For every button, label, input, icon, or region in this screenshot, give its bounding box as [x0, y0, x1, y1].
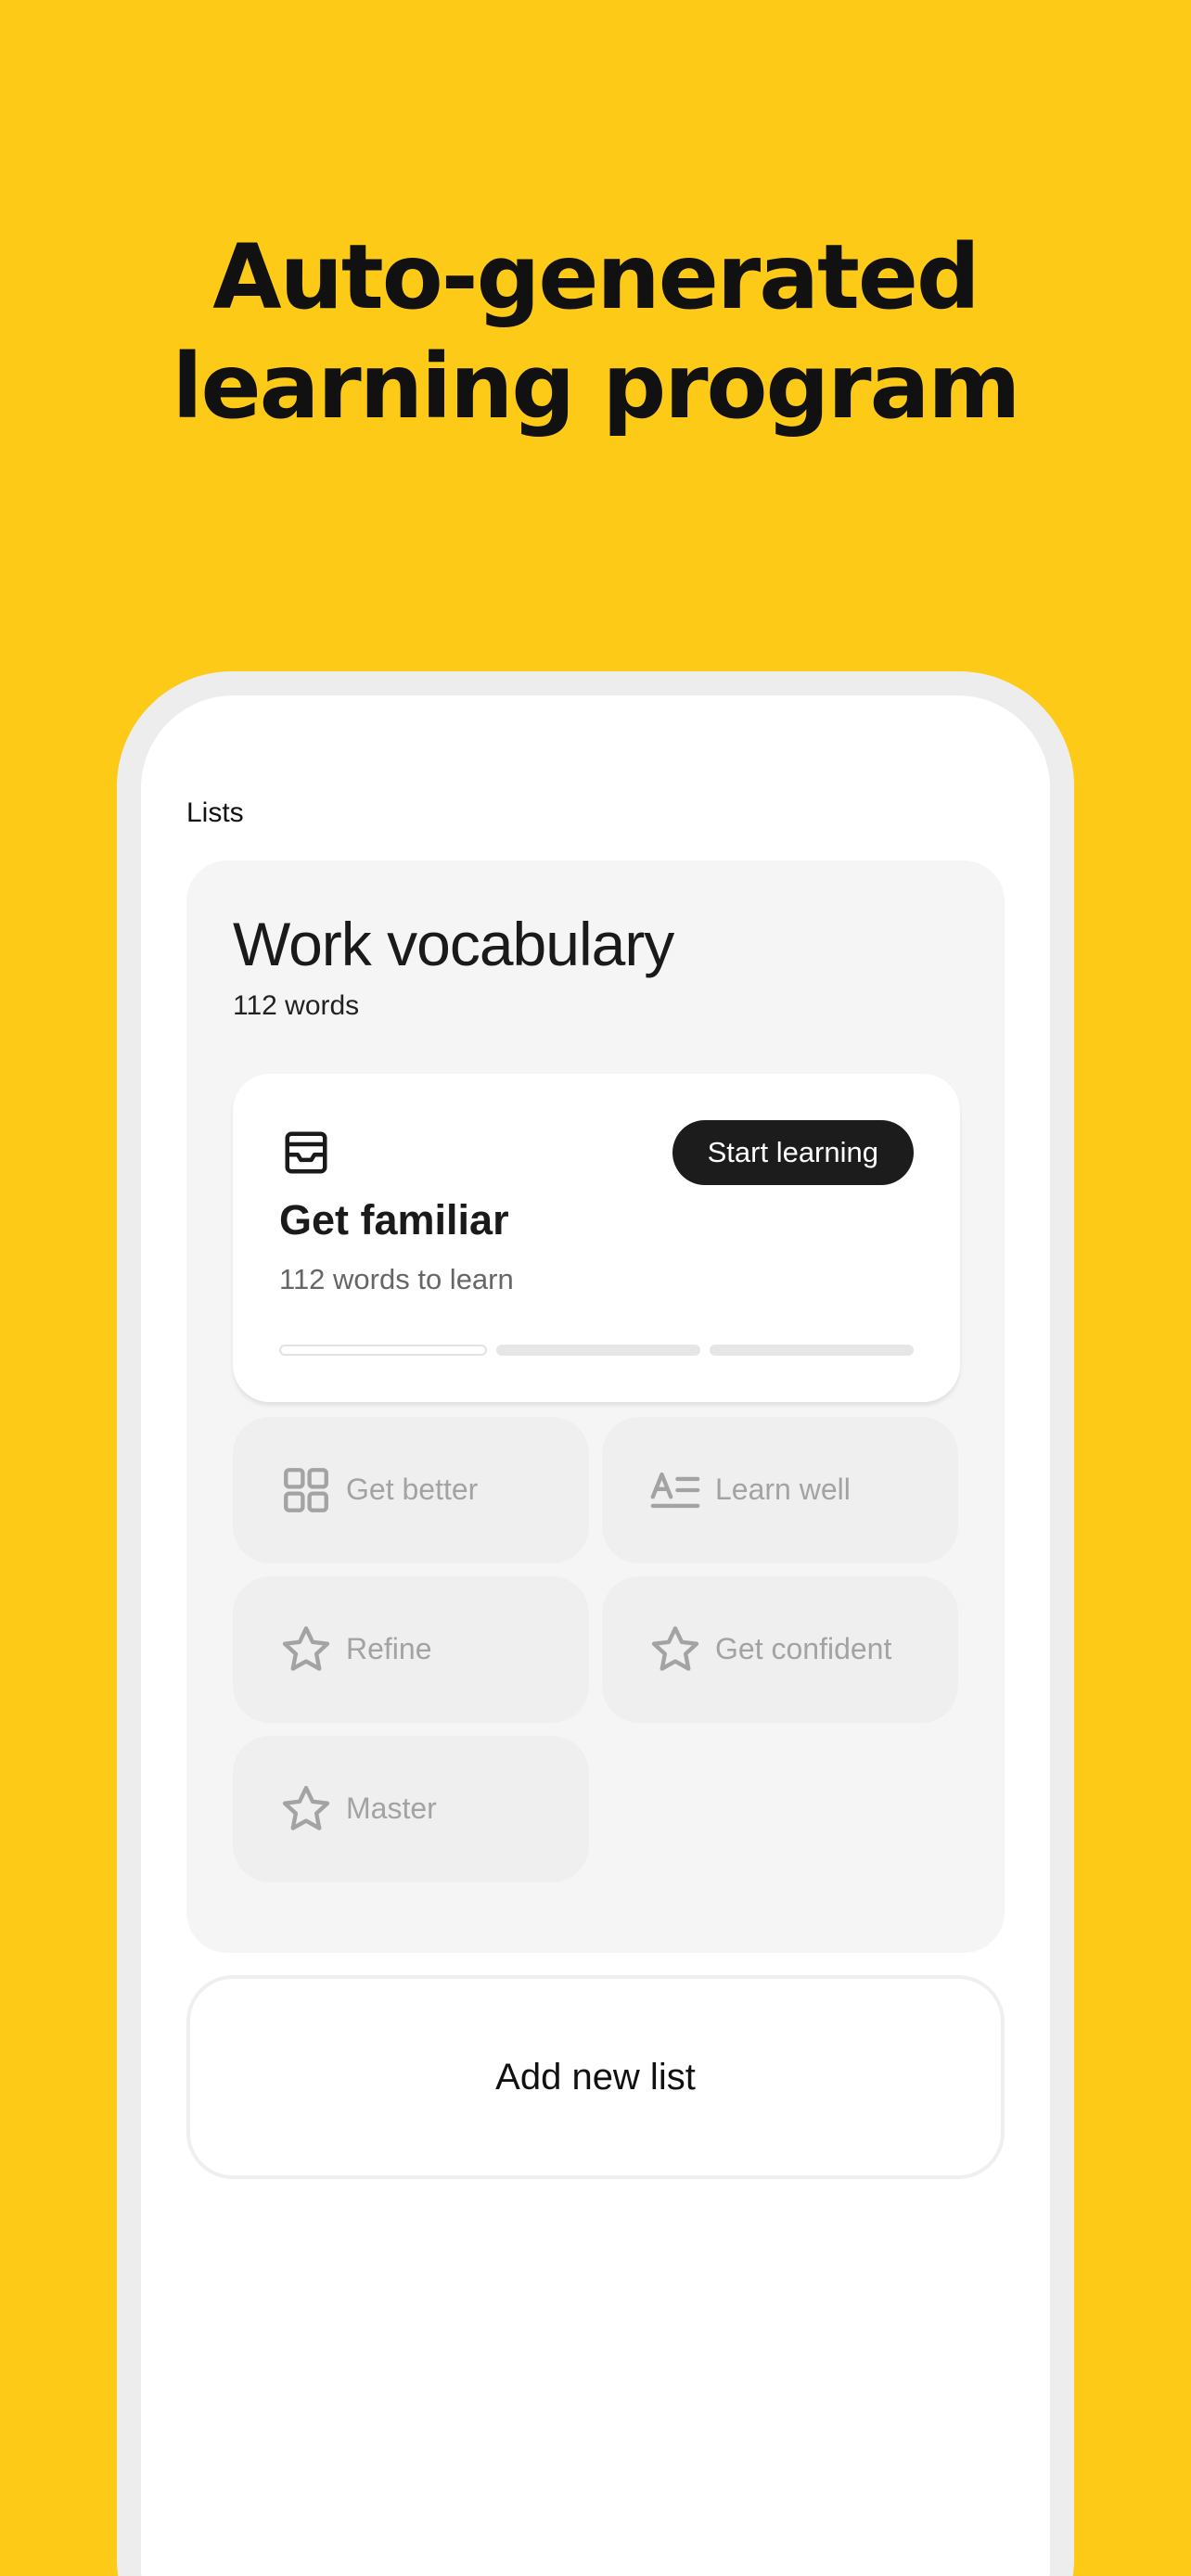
start-learning-button[interactable]: Start learning — [672, 1120, 914, 1185]
star-icon — [282, 1626, 330, 1671]
promo-screen: Auto-generated learning program Lists Wo… — [0, 0, 1191, 2576]
stage-tile-refine[interactable]: Refine — [233, 1576, 589, 1723]
add-new-list-button[interactable]: Add new list — [186, 1975, 1005, 2179]
progress-segment — [496, 1345, 700, 1356]
lists-section-label: Lists — [186, 797, 244, 828]
text-lines-icon — [650, 1472, 700, 1509]
promo-headline: Auto-generated learning program — [0, 223, 1191, 441]
stage-tile-learn-well[interactable]: Learn well — [602, 1417, 958, 1563]
stage-label: Get better — [346, 1473, 479, 1506]
headline-line-2: learning program — [172, 335, 1021, 439]
inbox-icon — [285, 1131, 327, 1174]
stage-label: Master — [346, 1792, 437, 1825]
progress-segment — [279, 1345, 487, 1356]
list-card[interactable]: Work vocabulary 112 words Start learning… — [186, 861, 1005, 1953]
stage-label: Refine — [346, 1632, 432, 1665]
list-title: Work vocabulary — [233, 910, 674, 978]
stage-tile-master[interactable]: Master — [233, 1736, 589, 1882]
headline-line-1: Auto-generated — [212, 225, 980, 329]
star-icon — [651, 1626, 699, 1671]
stage-label: Learn well — [715, 1473, 851, 1506]
active-stage-subtitle: 112 words to learn — [279, 1263, 514, 1295]
stage-progress-bar — [279, 1345, 914, 1356]
active-stage-card[interactable]: Start learning Get familiar 112 words to… — [233, 1074, 960, 1402]
stage-tile-get-better[interactable]: Get better — [233, 1417, 589, 1563]
star-icon — [282, 1785, 330, 1830]
progress-segment — [710, 1345, 914, 1356]
active-stage-title: Get familiar — [279, 1196, 509, 1243]
stage-tile-get-confident[interactable]: Get confident — [602, 1576, 958, 1723]
stage-label: Get confident — [715, 1632, 892, 1665]
list-word-count: 112 words — [233, 990, 360, 1021]
grid-icon — [284, 1468, 328, 1512]
